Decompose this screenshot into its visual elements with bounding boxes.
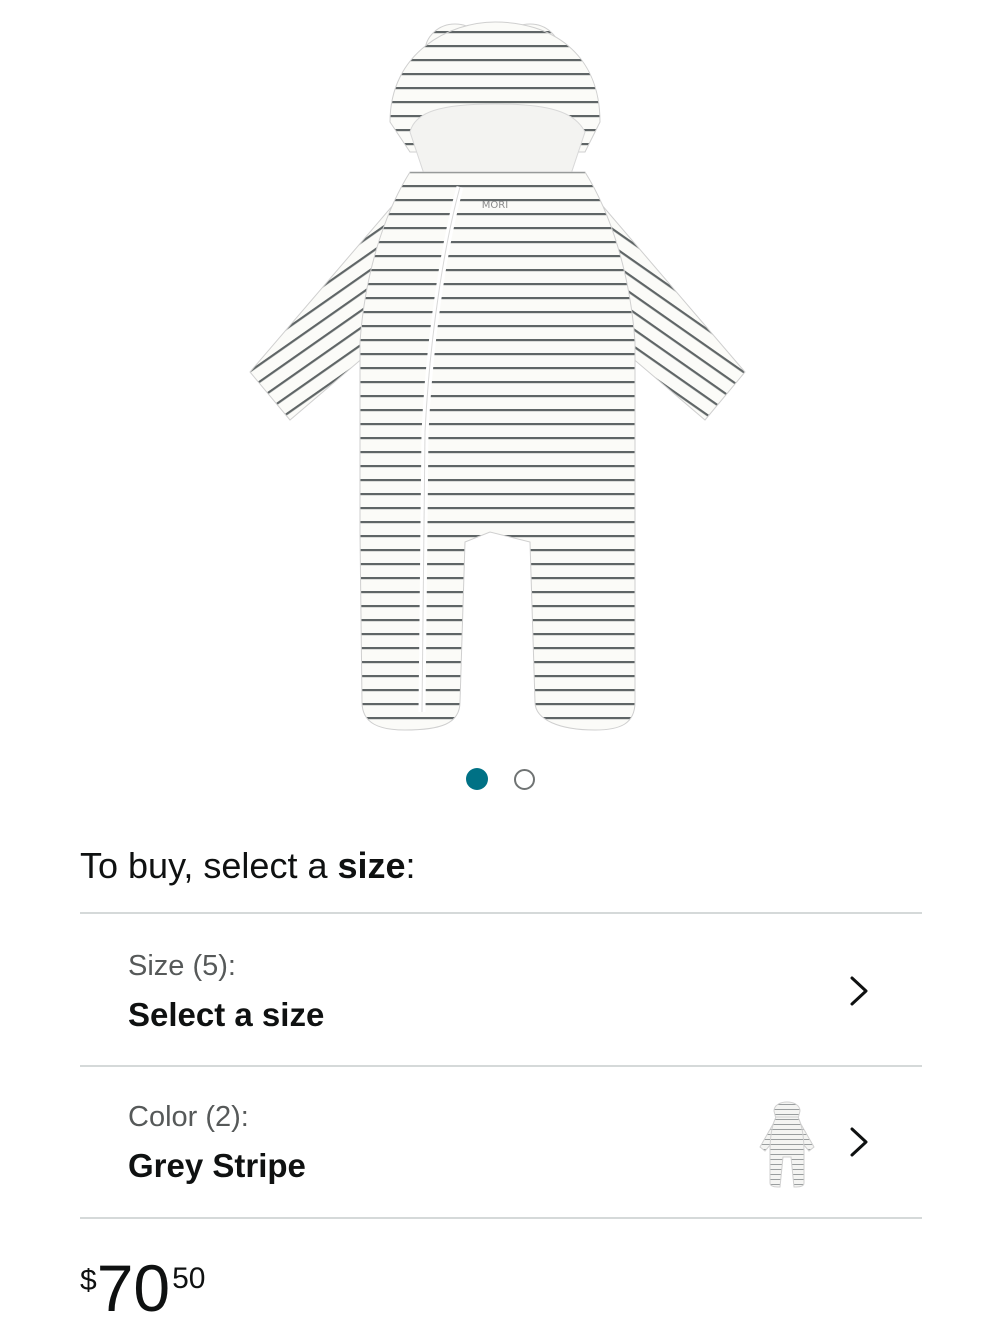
chevron-right-icon [850,1127,868,1157]
color-value: Grey Stripe [128,1147,306,1184]
prompt-prefix: To buy, select a [80,845,338,886]
chevron-right-icon [850,976,868,1006]
color-swatch-thumbnail [759,1101,815,1188]
carousel-dot-active[interactable] [465,768,488,790]
price-whole: 70 [96,1251,171,1325]
size-selector-row[interactable]: Size (5): Select a size [80,914,922,1064]
color-label: Color (2): [128,1101,249,1133]
prompt-emphasis: size [337,845,406,886]
purchase-prompt: To buy, select a size: [80,845,416,887]
product-image[interactable]: MORI [240,12,760,742]
size-label: Size (5): [128,950,236,982]
carousel-indicator [0,768,1000,790]
color-selector-row[interactable]: Color (2): Grey Stripe [80,1067,922,1217]
prompt-suffix: : [405,845,416,886]
price-currency-symbol: $ [80,1264,97,1297]
price: $ 70 50 [80,1252,205,1324]
size-value: Select a size [128,996,325,1033]
brand-tag: MORI [482,200,508,211]
carousel-dot[interactable] [513,769,535,790]
price-fraction: 50 [172,1262,206,1295]
divider [80,1217,922,1219]
product-image-gallery[interactable]: MORI [0,0,1000,800]
